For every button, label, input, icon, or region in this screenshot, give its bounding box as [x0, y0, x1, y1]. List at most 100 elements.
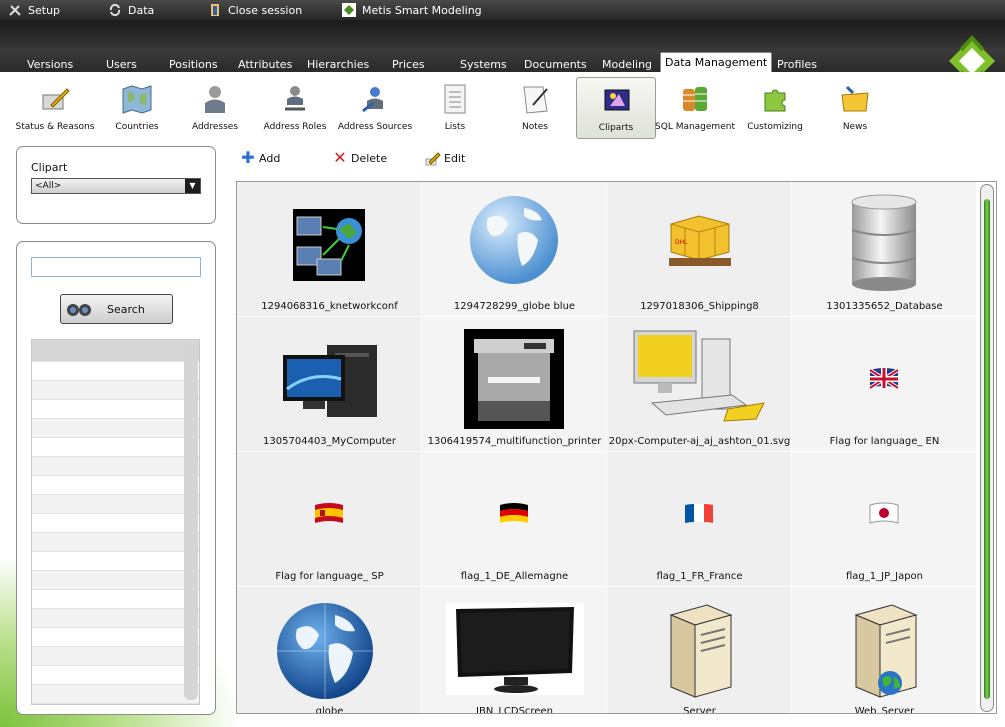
add-button-label: Add — [259, 151, 281, 165]
toolbar-sql-management[interactable]: SQL Management — [655, 77, 735, 139]
add-button[interactable]: ✚ Add — [240, 148, 280, 168]
clipart-tile[interactable]: 1294728299_globe blue — [422, 182, 607, 317]
toolbar-countries[interactable]: Countries — [97, 77, 177, 139]
user-arrow-icon — [359, 83, 391, 115]
menu-setup[interactable]: Setup — [8, 0, 60, 20]
menu-data-label: Data — [128, 3, 155, 17]
clipart-tile[interactable]: flag_1_JP_Japon — [792, 452, 977, 587]
tab-positions[interactable]: Positions — [169, 58, 218, 72]
clipart-tile[interactable]: flag_1_DE_Allemagne — [422, 452, 607, 587]
toolbar-news[interactable]: News — [815, 77, 895, 139]
tools-icon — [8, 3, 22, 17]
toolbar-addresses[interactable]: Addresses — [175, 77, 255, 139]
list-item[interactable] — [32, 438, 199, 457]
list-item[interactable] — [32, 533, 199, 552]
clipart-tile[interactable]: 20px-Computer-aj_aj_ashton_01.svg — [607, 317, 792, 452]
results-list[interactable] — [31, 339, 200, 705]
clipart-tile[interactable]: 1301335652_Database — [792, 182, 977, 317]
pencil-icon — [39, 83, 71, 115]
tab-systems[interactable]: Systems — [460, 58, 507, 72]
list-item[interactable] — [32, 628, 199, 647]
clipart-caption: 1294068316_knetworkconf — [261, 301, 398, 312]
results-scrollbar[interactable] — [184, 344, 198, 700]
list-item[interactable] — [32, 381, 199, 400]
menu-close-session[interactable]: Close session — [208, 0, 302, 20]
menu-data[interactable]: Data — [108, 0, 154, 20]
module-toolbar: Status & Reasons Countries Addresses Add… — [0, 72, 1005, 142]
web-server-icon — [848, 601, 920, 704]
tab-data-management[interactable]: Data Management — [660, 52, 773, 73]
user-link-icon — [279, 83, 311, 115]
list-item[interactable] — [32, 362, 199, 381]
clipart-tile[interactable]: flag_1_FR_France — [607, 452, 792, 587]
clipart-caption: 1297018306_Shipping8 — [640, 301, 759, 312]
clipart-caption: 1306419574_multifunction_printer — [427, 436, 602, 447]
svg-text:DHL: DHL — [675, 239, 688, 246]
flag-es-icon — [313, 501, 345, 530]
list-item[interactable] — [32, 400, 199, 419]
tab-attributes[interactable]: Attributes — [238, 58, 292, 72]
clipart-caption: Flag for language_ SP — [275, 571, 384, 582]
clipart-tile[interactable]: Web_Server — [792, 587, 977, 714]
tab-hierarchies[interactable]: Hierarchies — [307, 58, 369, 72]
gallery-scrollbar[interactable] — [980, 184, 994, 712]
clipart-caption: Web_Server — [854, 706, 915, 714]
clipart-caption: 20px-Computer-aj_aj_ashton_01.svg — [608, 436, 791, 447]
clipart-tile[interactable]: IBN_LCDScreen — [422, 587, 607, 713]
search-button[interactable]: Search — [60, 294, 173, 324]
list-item[interactable] — [32, 457, 199, 476]
globe-icon — [275, 601, 375, 704]
toolbar-status-reasons[interactable]: Status & Reasons — [15, 77, 95, 139]
monitor-icon — [446, 603, 584, 695]
clipart-tile[interactable]: globe — [237, 587, 422, 714]
flag-jp-icon — [868, 501, 900, 530]
clipart-tile[interactable]: Flag for language_ SP — [237, 452, 422, 587]
list-item[interactable] — [32, 419, 199, 438]
list-item[interactable] — [32, 609, 199, 628]
delete-x-icon: ✕ — [333, 148, 347, 167]
edit-button[interactable]: Edit — [425, 148, 465, 168]
list-item[interactable] — [32, 514, 199, 533]
toolbar-notes[interactable]: Notes — [495, 77, 575, 139]
list-item[interactable] — [32, 495, 199, 514]
list-item[interactable] — [32, 552, 199, 571]
clipart-tile[interactable]: 1306419574_multifunction_printer — [422, 317, 607, 452]
clipart-tile[interactable]: Flag for language_ EN — [792, 317, 977, 452]
list-item[interactable] — [32, 666, 199, 685]
clipart-tile[interactable]: 1305704403_MyComputer — [237, 317, 422, 452]
tab-documents[interactable]: Documents — [524, 58, 587, 72]
list-item[interactable] — [32, 571, 199, 590]
tab-modeling[interactable]: Modeling — [602, 58, 652, 72]
clipart-tile[interactable]: DHL 1297018306_Shipping8 — [607, 182, 792, 317]
clipart-gallery: 1294068316_knetworkconf 1294728299_globe… — [236, 181, 997, 714]
database-icon — [679, 83, 711, 115]
note-icon — [519, 83, 551, 115]
tab-prices[interactable]: Prices — [392, 58, 425, 72]
toolbar-sql-management-label: SQL Management — [655, 122, 735, 132]
tab-users[interactable]: Users — [106, 58, 137, 72]
puzzle-icon — [759, 83, 791, 115]
toolbar-cliparts[interactable]: Cliparts — [576, 77, 656, 139]
user-icon — [199, 83, 231, 115]
clipart-filter-select[interactable]: <All> ▼ — [31, 178, 201, 194]
clipart-tile[interactable]: 1294068316_knetworkconf — [237, 182, 422, 317]
gallery-scrollbar-thumb[interactable] — [984, 199, 990, 699]
list-item[interactable] — [32, 476, 199, 495]
search-input[interactable] — [31, 257, 201, 277]
list-item[interactable] — [32, 647, 199, 666]
list-item[interactable] — [32, 590, 199, 609]
delete-button[interactable]: ✕ Delete — [332, 148, 387, 168]
chevron-down-icon[interactable]: ▼ — [185, 179, 200, 193]
tab-versions[interactable]: Versions — [27, 58, 73, 72]
tab-profiles[interactable]: Profiles — [777, 58, 817, 72]
toolbar-lists[interactable]: Lists — [415, 77, 495, 139]
menu-app[interactable]: Metis Smart Modeling — [342, 0, 482, 20]
header: Versions Users Positions Attributes Hier… — [0, 20, 1005, 87]
toolbar-address-sources[interactable]: Address Sources — [335, 77, 415, 139]
list-item[interactable] — [32, 685, 199, 704]
toolbar-customizing[interactable]: Customizing — [735, 77, 815, 139]
clipart-caption: globe — [315, 706, 344, 714]
toolbar-address-roles[interactable]: Address Roles — [255, 77, 335, 139]
clipart-tile[interactable]: Server — [607, 587, 792, 713]
clipart-caption: flag_1_JP_Japon — [846, 571, 923, 582]
